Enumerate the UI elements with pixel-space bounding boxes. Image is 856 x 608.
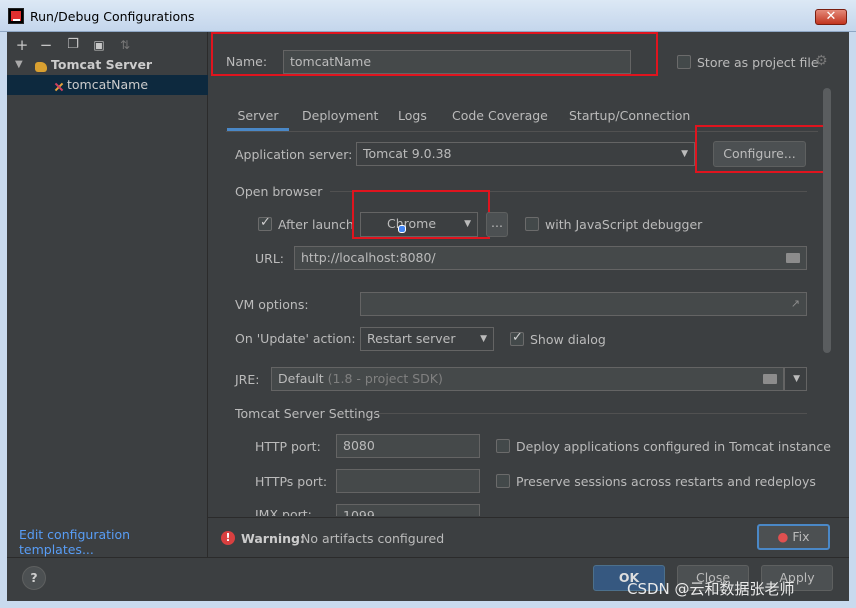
browser-select[interactable]: Chrome ▼ [360, 212, 478, 237]
window-frame-left [0, 32, 7, 608]
tab-code-coverage[interactable]: Code Coverage [452, 105, 548, 131]
deploy-apps-label: Deploy applications configured in Tomcat… [516, 439, 831, 454]
window-frame-bottom [0, 601, 856, 608]
intellij-app-icon [8, 8, 24, 24]
title-bar: Run/Debug Configurations ✕ [0, 0, 856, 32]
gear-icon[interactable]: ⚙ [815, 53, 828, 69]
fix-button[interactable]: ● Fix [757, 524, 830, 550]
jre-dropdown-button[interactable]: ▼ [784, 367, 807, 391]
jre-value: Default [278, 371, 324, 386]
add-icon[interactable]: + [12, 36, 32, 54]
update-action-select[interactable]: Restart server ▼ [360, 327, 494, 351]
warning-text: No artifacts configured [301, 531, 445, 546]
tomcat-icon [35, 61, 47, 72]
chevron-down-icon[interactable]: ▼ [15, 55, 23, 75]
copy-icon[interactable]: ❐ [63, 36, 83, 54]
update-action-label: On 'Update' action: [235, 331, 356, 346]
tab-logs[interactable]: Logs [398, 105, 427, 131]
window-frame-right [849, 32, 856, 608]
tomcat-settings-separator [375, 413, 807, 414]
deploy-apps-checkbox[interactable] [496, 439, 510, 453]
tab-startup-connection[interactable]: Startup/Connection [569, 105, 690, 131]
folder-add-icon[interactable]: ▣ [89, 36, 109, 54]
tree-item-label: tomcatName [67, 77, 149, 92]
update-action-value: Restart server [367, 331, 456, 346]
csdn-watermark: CSDN @云和数据张老师 [627, 580, 795, 598]
url-value: http://localhost:8080/ [301, 250, 436, 265]
http-port-field[interactable]: 8080 [336, 434, 480, 458]
error-icon: ! [221, 531, 235, 545]
help-button[interactable]: ? [22, 566, 46, 590]
warning-title: Warning: [241, 531, 305, 546]
url-label: URL: [255, 251, 285, 266]
tree-item-tomcatname[interactable]: tomcatName [7, 75, 208, 95]
edit-templates-link[interactable]: Edit configuration templates... [19, 527, 207, 557]
tree-group-label: Tomcat Server [51, 57, 153, 72]
vm-options-field[interactable]: ↗ [360, 292, 807, 316]
open-browser-label: Open browser [235, 184, 323, 199]
browser-value: Chrome [387, 216, 437, 231]
configurations-tree-panel: + − ❐ ▣ ⇅ ▼ Tomcat Server tomcatName Edi… [7, 32, 208, 557]
jre-hint: (1.8 - project SDK) [327, 371, 443, 386]
browser-more-button[interactable]: ... [486, 212, 508, 237]
app-server-value: Tomcat 9.0.38 [363, 146, 452, 161]
https-port-field[interactable] [336, 469, 480, 493]
fix-label: Fix [792, 529, 810, 544]
bulb-icon: ● [777, 529, 789, 544]
js-debugger-checkbox[interactable] [525, 217, 539, 231]
sort-icon[interactable]: ⇅ [115, 36, 135, 54]
http-port-label: HTTP port: [255, 439, 321, 454]
tomcat-settings-label: Tomcat Server Settings [235, 406, 380, 421]
chevron-down-icon: ▼ [464, 219, 471, 229]
vm-options-label: VM options: [235, 297, 309, 312]
after-launch-checkbox[interactable] [258, 215, 272, 231]
chevron-down-icon: ▼ [681, 149, 688, 159]
show-dialog-label: Show dialog [530, 332, 606, 347]
jre-field[interactable]: Default (1.8 - project SDK) [271, 367, 784, 391]
remove-icon[interactable]: − [36, 36, 56, 54]
tab-server[interactable]: Server [227, 105, 289, 131]
jre-label: JRE: [235, 372, 260, 387]
name-label: Name: [226, 54, 268, 69]
tab-deployment[interactable]: Deployment [302, 105, 378, 131]
vertical-scrollbar[interactable] [823, 88, 831, 353]
folder-icon[interactable] [786, 253, 800, 263]
store-project-file-label: Store as project file [697, 55, 819, 70]
tree-group-tomcat-server[interactable]: ▼ Tomcat Server [7, 55, 208, 75]
url-field[interactable]: http://localhost:8080/ [294, 246, 807, 270]
chevron-down-icon: ▼ [793, 374, 800, 384]
jmx-port-label: JMX port: [255, 507, 312, 516]
https-port-label: HTTPs port: [255, 474, 328, 489]
show-dialog-checkbox[interactable] [510, 330, 524, 346]
chevron-down-icon: ▼ [480, 334, 487, 344]
after-launch-label: After launch [278, 217, 354, 232]
tomcat-config-icon [53, 81, 65, 93]
window-title: Run/Debug Configurations [30, 9, 195, 24]
app-server-label: Application server: [235, 147, 353, 162]
folder-icon[interactable] [763, 374, 777, 384]
store-project-file-checkbox[interactable] [677, 55, 691, 69]
app-server-select[interactable]: Tomcat 9.0.38 ▼ [356, 142, 695, 166]
warning-separator [208, 517, 849, 518]
js-debugger-label: with JavaScript debugger [545, 217, 703, 232]
preserve-sessions-checkbox[interactable] [496, 474, 510, 488]
name-field[interactable]: tomcatName [283, 50, 631, 74]
jmx-row-clip: JMX port: 1099 [227, 504, 817, 516]
window-close-button[interactable]: ✕ [815, 9, 847, 25]
jmx-port-field[interactable]: 1099 [336, 504, 480, 516]
preserve-sessions-label: Preserve sessions across restarts and re… [516, 474, 816, 489]
configure-button[interactable]: Configure... [713, 141, 806, 167]
expand-icon[interactable]: ↗ [791, 293, 800, 315]
